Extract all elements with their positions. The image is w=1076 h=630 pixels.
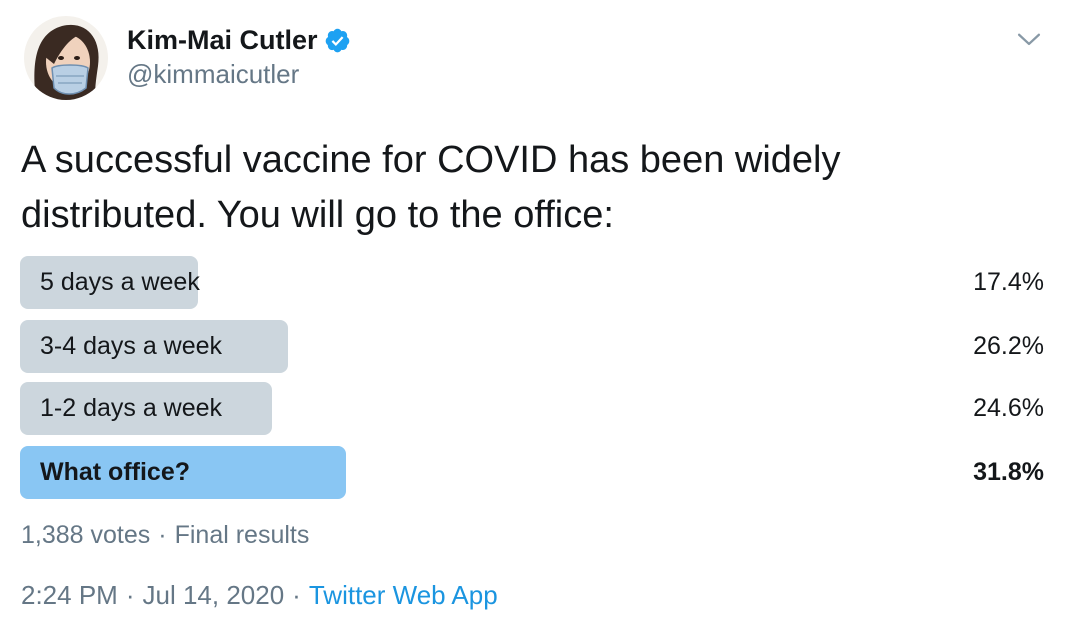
avatar-image	[24, 16, 108, 100]
poll-option-percent: 31.8%	[973, 458, 1044, 486]
tweet-date[interactable]: Jul 14, 2020	[143, 580, 285, 610]
poll-status: Final results	[174, 521, 310, 549]
tweet-text: A successful vaccine for COVID has been …	[21, 139, 841, 236]
chevron-down-icon[interactable]	[1012, 22, 1046, 56]
poll-option-label: What office?	[40, 458, 190, 486]
tweet-timestamp: 2:24 PM · Jul 14, 2020 · Twitter Web App	[21, 576, 498, 614]
poll-option-label: 5 days a week	[40, 268, 200, 296]
separator: ·	[158, 521, 167, 549]
poll-option: 5 days a week 17.4%	[20, 256, 1044, 309]
avatar[interactable]	[24, 16, 108, 100]
poll-option-label: 1-2 days a week	[40, 394, 223, 422]
poll-option: 1-2 days a week 24.6%	[20, 382, 1044, 435]
poll-vote-count: 1,388 votes	[21, 521, 151, 549]
poll-option-percent: 17.4%	[973, 268, 1044, 296]
poll-option-percent: 24.6%	[973, 394, 1044, 422]
poll-summary: 1,388 votes · Final results	[21, 516, 309, 554]
poll-option: 3-4 days a week 26.2%	[20, 320, 1044, 373]
verified-badge-icon	[325, 28, 349, 52]
tweet-author: Kim-Mai Cutler @kimmaicutler	[127, 23, 351, 91]
separator: ·	[292, 580, 301, 610]
separator: ·	[125, 580, 135, 610]
author-display-name[interactable]: Kim-Mai Cutler	[127, 23, 318, 57]
tweet-time[interactable]: 2:24 PM	[21, 580, 118, 610]
poll-option: What office? 31.8%	[20, 446, 1044, 499]
author-handle[interactable]: @kimmaicutler	[127, 57, 351, 91]
tweet-source-link[interactable]: Twitter Web App	[309, 580, 498, 610]
poll-option-percent: 26.2%	[973, 332, 1044, 360]
poll-option-label: 3-4 days a week	[40, 332, 223, 360]
